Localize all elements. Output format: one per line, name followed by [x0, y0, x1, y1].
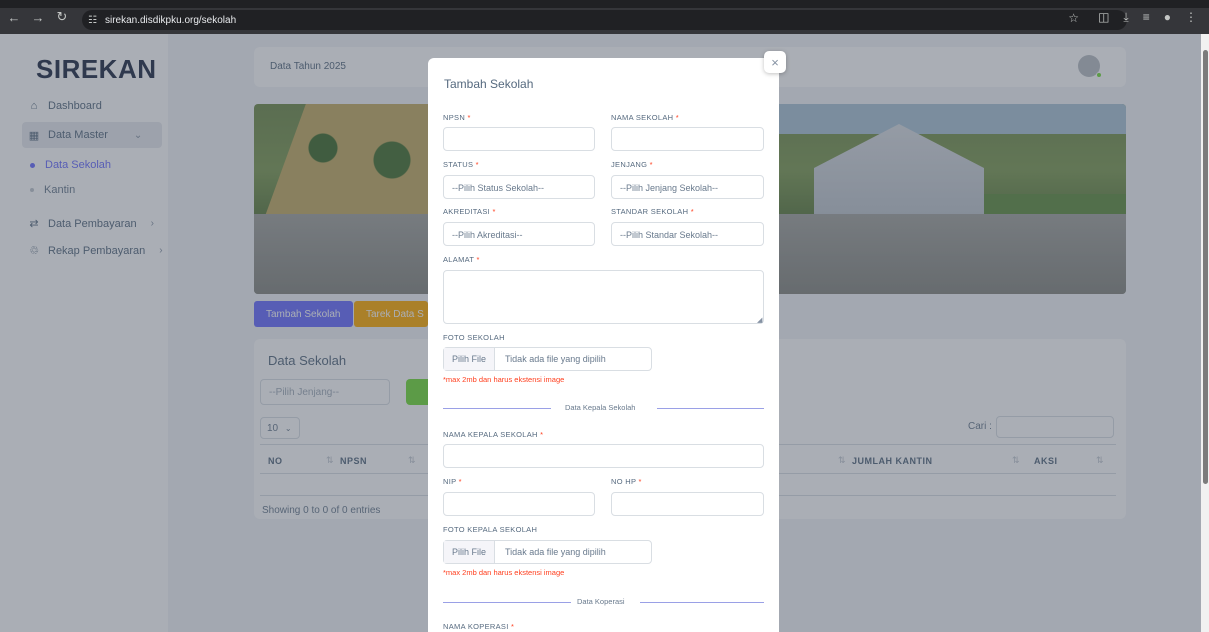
required-mark: *	[540, 430, 544, 439]
section-divider-kepala: Data Kepala Sekolah	[443, 403, 764, 413]
close-icon[interactable]: ×	[764, 51, 786, 73]
label-text: NIP	[443, 477, 457, 486]
no-file-text: Tidak ada file yang dipilih	[505, 547, 606, 557]
cooperative-name-label: NAMA KOPERASI *	[443, 622, 514, 631]
school-photo-label: FOTO SEKOLAH	[443, 333, 505, 342]
standar-label: STANDAR SEKOLAH *	[611, 207, 694, 216]
label-text: STANDAR SEKOLAH	[611, 207, 689, 216]
label-text: STATUS	[443, 160, 474, 169]
extensions-icon[interactable]: ◫	[1098, 10, 1109, 25]
status-label: STATUS *	[443, 160, 479, 169]
required-mark: *	[492, 207, 496, 216]
section-divider-koperasi: Data Koperasi	[443, 597, 764, 607]
label-text: NAMA SEKOLAH	[611, 113, 674, 122]
resize-handle-icon[interactable]: ◢	[757, 316, 762, 324]
divider-line	[640, 602, 764, 603]
add-school-modal: Tambah Sekolah NPSN * NAMA SEKOLAH * STA…	[428, 58, 779, 632]
required-mark: *	[690, 207, 694, 216]
label-text: NAMA KOPERASI	[443, 622, 509, 631]
label-text: NAMA KEPALA SEKOLAH	[443, 430, 538, 439]
required-mark: *	[458, 477, 462, 486]
principal-name-label: NAMA KEPALA SEKOLAH *	[443, 430, 543, 439]
site-settings-icon[interactable]: ☷	[88, 15, 97, 26]
no-file-text: Tidak ada file yang dipilih	[505, 354, 606, 364]
jenjang-label: JENJANG *	[611, 160, 653, 169]
scrollbar-thumb[interactable]	[1203, 50, 1208, 484]
akreditasi-select[interactable]: --Pilih Akreditasi--	[443, 222, 595, 246]
file-hint: *max 2mb dan harus ekstensi image	[443, 568, 565, 577]
modal-title: Tambah Sekolah	[444, 77, 534, 91]
required-mark: *	[475, 160, 479, 169]
divider-line	[443, 602, 571, 603]
section-title: Data Kepala Sekolah	[565, 403, 636, 412]
forward-icon[interactable]: →	[28, 10, 48, 25]
alamat-textarea[interactable]	[443, 270, 764, 324]
phone-input[interactable]	[611, 492, 764, 516]
label-text: JENJANG	[611, 160, 648, 169]
jenjang-select[interactable]: --Pilih Jenjang Sekolah--	[611, 175, 764, 199]
url-text: sirekan.disdikpku.org/sekolah	[104, 14, 237, 26]
school-photo-file-input[interactable]: Pilih File Tidak ada file yang dipilih	[443, 347, 652, 371]
choose-file-button[interactable]: Pilih File	[444, 348, 496, 370]
status-select[interactable]: --Pilih Status Sekolah--	[443, 175, 595, 199]
required-mark: *	[638, 477, 642, 486]
required-mark: *	[510, 622, 515, 631]
principal-name-input[interactable]	[443, 444, 764, 468]
alamat-label: ALAMAT *	[443, 255, 480, 264]
school-name-label: NAMA SEKOLAH *	[611, 113, 679, 122]
file-hint: *max 2mb dan harus ekstensi image	[443, 375, 565, 384]
reading-list-icon[interactable]: ≡	[1143, 10, 1150, 25]
required-mark: *	[675, 113, 679, 122]
standar-select[interactable]: --Pilih Standar Sekolah--	[611, 222, 764, 246]
label-text: ALAMAT	[443, 255, 475, 264]
back-icon[interactable]: ←	[4, 10, 24, 25]
nip-label: NIP *	[443, 477, 462, 486]
address-bar[interactable]: ☷ sirekan.disdikpku.org/sekolah	[82, 10, 1127, 30]
profile-icon[interactable]: ●	[1164, 10, 1171, 25]
label-text: NPSN	[443, 113, 466, 122]
principal-photo-label: FOTO KEPALA SEKOLAH	[443, 525, 538, 534]
required-mark: *	[467, 113, 471, 122]
divider-line	[657, 408, 764, 409]
label-text: AKREDITASI	[443, 207, 491, 216]
required-mark: *	[649, 160, 653, 169]
akreditasi-label: AKREDITASI *	[443, 207, 496, 216]
phone-label: NO HP *	[611, 477, 642, 486]
tab-strip	[0, 0, 1209, 8]
required-mark: *	[476, 255, 480, 264]
choose-file-button[interactable]: Pilih File	[444, 541, 496, 563]
bookmark-star-icon[interactable]: ☆	[1068, 11, 1079, 25]
npsn-label: NPSN *	[443, 113, 471, 122]
download-icon[interactable]: ⤓	[1123, 10, 1128, 25]
reload-icon[interactable]: ↻	[52, 9, 72, 25]
npsn-input[interactable]	[443, 127, 595, 151]
principal-photo-file-input[interactable]: Pilih File Tidak ada file yang dipilih	[443, 540, 652, 564]
divider-line	[443, 408, 551, 409]
school-name-input[interactable]	[611, 127, 764, 151]
section-title: Data Koperasi	[577, 597, 625, 606]
menu-kebab-icon[interactable]: ⋮	[1185, 10, 1197, 25]
browser-actions: ◫ ⤓ ≡ ● ⋮	[1098, 10, 1197, 25]
nip-input[interactable]	[443, 492, 595, 516]
label-text: NO HP	[611, 477, 637, 486]
